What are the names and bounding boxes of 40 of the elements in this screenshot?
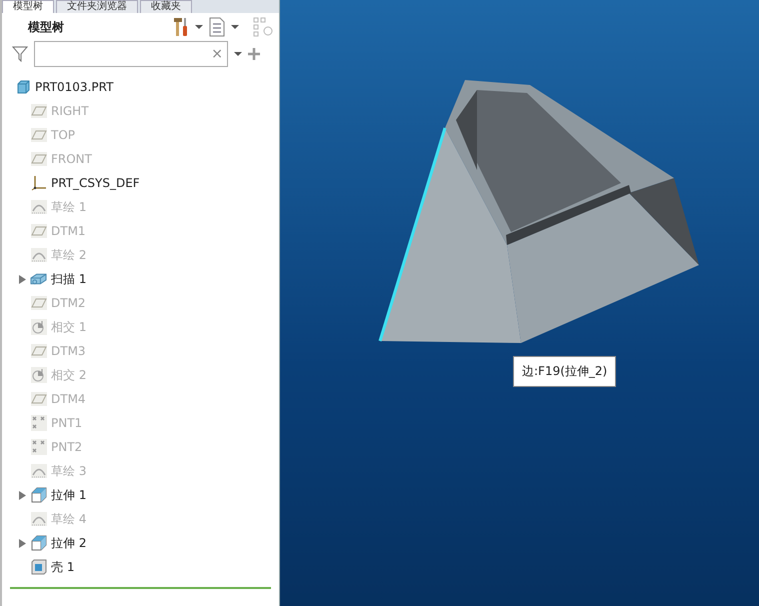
tab[interactable]: 收藏夹: [140, 0, 192, 13]
plane-icon: [30, 104, 46, 118]
intersect-icon: [30, 319, 46, 335]
tree-item[interactable]: 拉伸 1: [51, 486, 86, 504]
panel-title: 模型树: [28, 18, 65, 36]
sketch-icon: [30, 464, 46, 478]
tree-item[interactable]: 拉伸 2: [51, 534, 86, 552]
plane-icon: [30, 392, 46, 406]
axes-icon: [30, 175, 46, 191]
intersect-icon: [30, 367, 46, 383]
tooltip: 边:F19(拉伸_2): [513, 356, 616, 387]
expand-arrow-icon[interactable]: [19, 490, 26, 500]
tree-item[interactable]: PRT_CSYS_DEF: [51, 176, 140, 190]
expand-arrow-icon[interactable]: [19, 274, 26, 284]
tools-icon[interactable]: [173, 17, 189, 37]
filter-icon[interactable]: [12, 46, 28, 62]
plane-icon: [30, 152, 46, 166]
sweep-icon: [30, 272, 47, 286]
shell-icon: [30, 559, 46, 575]
extrude-icon: [30, 487, 46, 503]
search-field[interactable]: ×: [34, 41, 228, 67]
sketch-icon: [30, 200, 46, 214]
plane-icon: [30, 296, 46, 310]
tree-item[interactable]: 壳 1: [51, 558, 74, 576]
plane-icon: [30, 128, 46, 142]
sketch-icon: [30, 512, 46, 526]
plane-icon: [30, 344, 46, 358]
tree-item[interactable]: 扫描 1: [51, 270, 86, 288]
tab[interactable]: 模型树: [2, 0, 54, 13]
datum-point-icon: [30, 415, 46, 431]
expand-arrow-icon[interactable]: [19, 538, 26, 548]
sketch-icon: [30, 248, 46, 262]
datum-point-icon: [30, 439, 46, 455]
tree-item[interactable]: PRT0103.PRT: [35, 80, 114, 94]
plane-icon: [30, 224, 46, 238]
list-icon[interactable]: [209, 17, 225, 37]
extrude-icon: [30, 535, 46, 551]
clear-icon[interactable]: ×: [211, 46, 223, 62]
tab[interactable]: 文件夹浏览器: [56, 0, 138, 13]
part-icon: [16, 80, 30, 94]
